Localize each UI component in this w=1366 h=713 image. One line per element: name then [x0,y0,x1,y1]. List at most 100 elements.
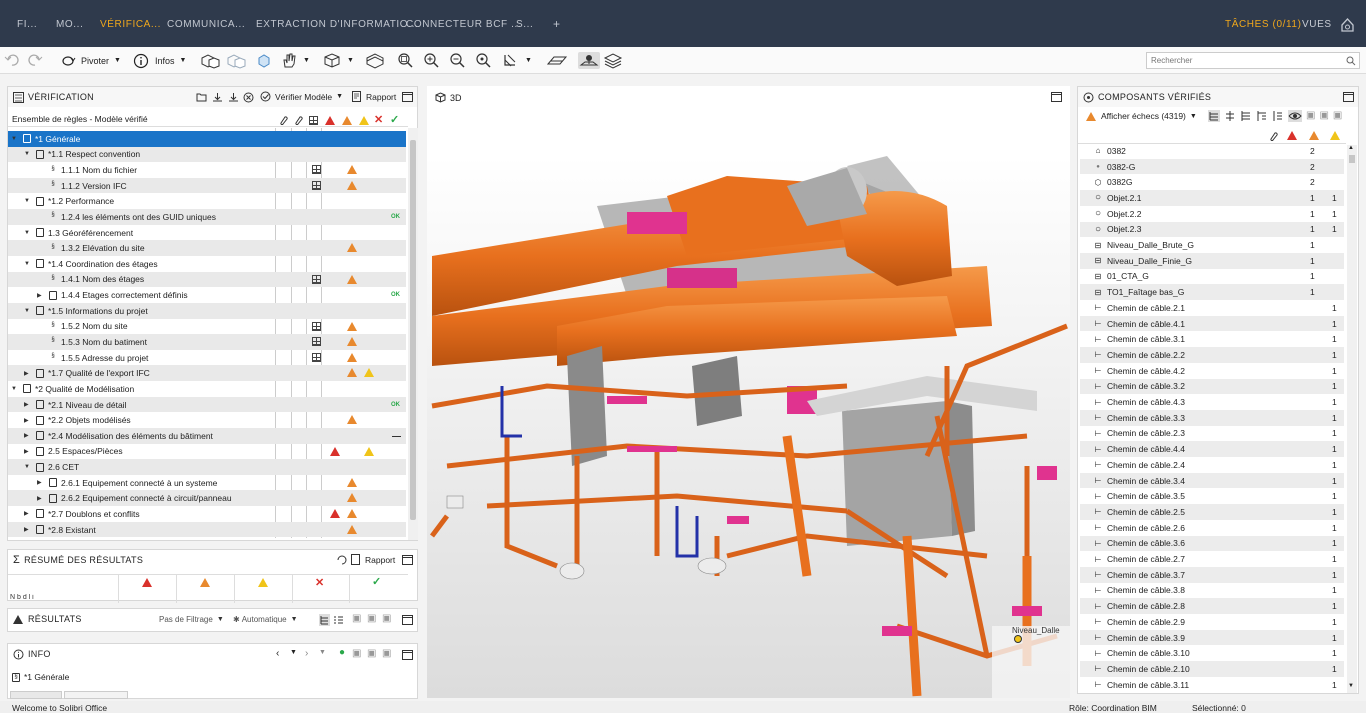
tree-view-icon[interactable] [319,614,330,626]
component-row[interactable]: ⊢ Chemin de câble.2.7 1 [1080,551,1344,567]
hierarchy-icon[interactable] [1224,110,1236,122]
component-row[interactable]: ⊢ Chemin de câble.3.4 1 [1080,472,1344,489]
zoom-out-icon[interactable] [449,52,465,69]
measure-icon[interactable] [502,52,518,69]
component-row[interactable]: ⊢ Chemin de câble.3.9 1 [1080,629,1344,646]
component-row[interactable]: ⊢ Chemin de câble.2.8 1 [1080,598,1344,614]
action-icon[interactable]: ▣ [367,613,376,624]
component-row[interactable]: ⊟ TO1_Faîtage bas_G 1 [1080,284,1344,300]
expand-toggle-icon[interactable]: ▶ [24,448,32,455]
component-row[interactable]: ⊢ Chemin de câble.4.3 1 [1080,394,1344,410]
visibility-icon[interactable] [1288,110,1302,122]
rule-row[interactable]: ▼ 2.6 CET [8,459,406,475]
undo-icon[interactable] [4,52,20,69]
zoom-selection-icon[interactable] [475,52,491,69]
component-row[interactable]: ⊢ Chemin de câble.2.9 1 [1080,614,1344,630]
hierarchy-4-icon[interactable] [1272,110,1284,122]
add-tab-button[interactable]: + [553,17,561,31]
maximize-icon[interactable] [402,615,413,625]
component-row[interactable]: ⊢ Chemin de câble.3.10 1 [1080,645,1344,661]
tree-view-icon[interactable] [1208,110,1220,122]
rotate-button[interactable]: Pivoter ▼ [60,52,121,69]
report-button[interactable]: Rapport [352,91,396,102]
isolate-icon[interactable] [256,52,272,69]
view-cube-icon[interactable] [322,52,342,69]
hide-icon[interactable] [225,52,247,69]
action-icon[interactable]: ▣ [1319,110,1328,122]
action-icon[interactable]: ▣ [352,613,361,624]
next-icon[interactable]: › [305,648,308,659]
expand-toggle-icon[interactable]: ▼ [11,386,19,392]
action-icon[interactable]: ▣ [1306,110,1315,122]
action-icon[interactable]: ▣ [367,648,376,659]
rule-row[interactable]: ▼ *2 Qualité de Modélisation [8,381,406,397]
component-row[interactable]: ⊢ Chemin de câble.2.10 1 [1080,661,1344,677]
list-view-icon[interactable] [333,614,344,626]
component-row[interactable]: ⊢ Chemin de câble.3.8 1 [1080,583,1344,599]
search-input[interactable]: Rechercher [1146,52,1360,69]
tab-information-extraction[interactable]: EXTRACTION D'INFORMATIO... [256,19,418,30]
component-row[interactable]: ⊟ Niveau_Dalle_Brute_G 1 [1080,237,1344,253]
expand-toggle-icon[interactable]: ▼ [24,230,32,236]
tab-verification[interactable]: VÉRIFICA... [100,19,161,30]
component-row[interactable]: ○ Objet.2.1 1 1 [1080,190,1344,206]
zoom-fit-icon[interactable] [397,52,413,69]
rule-row[interactable]: ▶ 2.5 Espaces/Pièces [8,444,406,460]
component-row[interactable]: ⊟ Niveau_Dalle_Finie_G 1 [1080,252,1344,269]
action-icon[interactable]: ▣ [1333,110,1342,122]
scroll-down-icon[interactable]: ▼ [1348,683,1354,689]
tab-file[interactable]: FI... [17,19,37,30]
component-row[interactable]: ⊟ 01_CTA_G 1 [1080,269,1344,285]
expand-toggle-icon[interactable]: ▶ [37,292,45,299]
map-pin-icon[interactable] [578,52,600,69]
expand-toggle-icon[interactable]: ▼ [24,151,32,157]
component-row[interactable]: ⊢ Chemin de câble.3.3 1 [1080,409,1344,426]
info-tab[interactable] [10,691,62,699]
rule-row[interactable]: ▶ *2.4 Modélisation des éléments du bâtim… [8,427,406,444]
component-row[interactable]: ⊢ Chemin de câble.3.5 1 [1080,488,1344,504]
expand-toggle-icon[interactable]: ▶ [24,370,32,377]
download-icon[interactable] [212,92,223,102]
component-row[interactable]: ⊢ Chemin de câble.2.3 1 [1080,426,1344,442]
expand-toggle-icon[interactable]: ▼ [24,261,32,267]
component-row[interactable]: ⊢ Chemin de câble.4.1 1 [1080,315,1344,332]
rule-row[interactable]: ▼ *1.2 Performance [8,194,406,210]
rule-row[interactable]: ▶ 1.4.4 Etages correctement définis [8,287,406,303]
section-box-icon[interactable] [365,52,385,69]
rule-row[interactable]: § 1.2.4 les éléments ont des GUID uniques [8,209,406,225]
maximize-icon[interactable] [1051,92,1062,102]
failures-filter-dropdown[interactable]: Afficher échecs (4319) ▼ [1086,111,1197,121]
home-icon[interactable] [1340,17,1355,32]
hierarchy-3-icon[interactable] [1256,110,1268,122]
maximize-icon[interactable] [402,650,413,660]
auto-dropdown[interactable]: ✱ Automatique ▼ [233,615,298,624]
views-button[interactable]: VUES [1302,19,1332,30]
component-row[interactable]: ○ Objet.2.2 1 1 [1080,206,1344,222]
show-all-icon[interactable] [199,52,221,69]
chevron-down-icon[interactable]: ▼ [303,52,310,69]
scrollbar[interactable] [408,128,418,540]
save-ruleset-icon[interactable] [228,92,239,102]
component-row[interactable]: ○ Objet.2.3 1 1 [1080,221,1344,238]
component-row[interactable]: ⬡ 0382G 2 [1080,174,1344,190]
maximize-icon[interactable] [402,555,413,565]
tasks-button[interactable]: TÂCHES (0/11) [1225,19,1302,30]
expand-toggle-icon[interactable]: ▶ [24,510,32,517]
chevron-down-icon[interactable]: ▼ [114,57,121,64]
component-row[interactable]: ⊢ Chemin de câble.2.4 1 [1080,457,1344,473]
check-model-button[interactable]: Vérifier Modèle ▼ [260,91,343,102]
action-icon[interactable]: ▣ [352,648,361,659]
hierarchy-2-icon[interactable] [1240,110,1252,122]
rule-row[interactable]: ▼ 1.3 Géoréférencement [8,225,406,241]
scrollbar-thumb[interactable] [410,140,416,520]
rule-row[interactable]: ▶ *2.1 Niveau de détail [8,396,406,413]
component-row[interactable]: ⊢ Chemin de câble.3.1 1 [1080,331,1344,347]
chevron-down-icon[interactable]: ▼ [525,52,532,69]
component-row[interactable]: ⊢ Chemin de câble.2.1 1 [1080,300,1344,316]
hand-icon[interactable] [280,52,298,69]
tab-communication[interactable]: COMMUNICA... [167,19,245,30]
search-icon[interactable] [1346,56,1356,66]
previous-icon[interactable]: ‹ [276,648,279,659]
floor-plan-icon[interactable] [546,52,568,69]
expand-toggle-icon[interactable]: ▶ [37,495,45,502]
